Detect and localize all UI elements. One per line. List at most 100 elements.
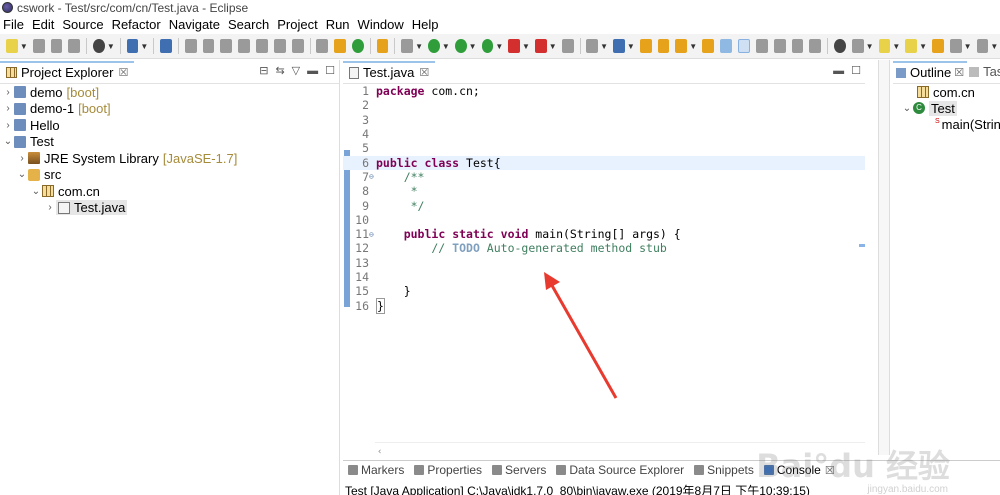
- minimize-icon[interactable]: ▬: [307, 65, 318, 77]
- tree-item-hello[interactable]: › Hello: [0, 117, 339, 134]
- chevron-down-icon[interactable]: ▼: [919, 42, 927, 51]
- menu-run[interactable]: Run: [323, 17, 355, 32]
- previous-annotation-icon[interactable]: [905, 39, 918, 53]
- tree-item-test[interactable]: ⌄ Test: [0, 134, 339, 151]
- new-icon[interactable]: [6, 39, 18, 53]
- new-class-icon[interactable]: [613, 39, 625, 53]
- save-icon[interactable]: [32, 39, 45, 53]
- word-wrap-icon[interactable]: [791, 39, 804, 53]
- open-folder-icon[interactable]: [657, 39, 670, 53]
- chevron-down-icon[interactable]: ▼: [892, 42, 900, 51]
- terminal-icon[interactable]: [126, 39, 139, 53]
- terminate-icon[interactable]: [220, 39, 233, 53]
- menu-source[interactable]: Source: [59, 17, 108, 32]
- chevron-down-icon[interactable]: ▼: [442, 42, 450, 51]
- print-icon[interactable]: [68, 39, 81, 53]
- menu-navigate[interactable]: Navigate: [166, 17, 225, 32]
- drop-to-frame-icon[interactable]: [316, 39, 329, 53]
- save-all-icon[interactable]: [50, 39, 63, 53]
- expand-arrow-icon[interactable]: ›: [16, 153, 28, 164]
- open-console-icon[interactable]: [351, 39, 364, 53]
- last-edit-icon[interactable]: [932, 39, 944, 53]
- outline-item-class[interactable]: ⌄ C Test: [893, 100, 1000, 116]
- close-icon[interactable]: ☒: [118, 66, 128, 79]
- search-icon[interactable]: [675, 39, 688, 53]
- close-icon[interactable]: ☒: [419, 66, 429, 79]
- link-with-editor-icon[interactable]: ⇆: [275, 64, 284, 77]
- stop-server-icon[interactable]: [508, 39, 521, 53]
- tab-task-list[interactable]: Tas: [967, 61, 1000, 83]
- external-tools-icon[interactable]: [481, 39, 494, 53]
- debug-perspective-icon[interactable]: [93, 39, 105, 53]
- debug-gear-icon[interactable]: [401, 39, 414, 53]
- open-resource-icon[interactable]: [702, 39, 714, 53]
- server-icon[interactable]: [561, 39, 574, 53]
- collapse-all-icon[interactable]: ⊟: [259, 64, 268, 77]
- chevron-down-icon[interactable]: ▼: [600, 42, 608, 51]
- collapse-arrow-icon[interactable]: ⌄: [30, 186, 42, 197]
- scroll-left-icon[interactable]: ‹: [377, 447, 382, 457]
- new-java-project-icon[interactable]: [586, 39, 599, 53]
- skip-breakpoints-icon[interactable]: [160, 39, 172, 53]
- open-type-icon[interactable]: [639, 39, 652, 53]
- coverage-icon[interactable]: [454, 39, 467, 53]
- block-selection-icon[interactable]: [755, 39, 768, 53]
- overview-ruler-marker[interactable]: [859, 244, 865, 247]
- expand-arrow-icon[interactable]: ›: [2, 120, 14, 131]
- menu-edit[interactable]: Edit: [29, 17, 59, 32]
- suspend-icon[interactable]: [202, 39, 215, 53]
- code-area[interactable]: 1 package com.cn; 2 3 4 5 6 public class T…: [343, 84, 865, 457]
- selected-file[interactable]: Test.java: [56, 200, 128, 216]
- menu-help[interactable]: Help: [409, 17, 444, 32]
- forward-icon[interactable]: [976, 39, 989, 53]
- resume-icon[interactable]: [184, 39, 197, 53]
- tree-item-src[interactable]: ⌄ src: [0, 167, 339, 184]
- chevron-down-icon[interactable]: ▼: [522, 42, 530, 51]
- maximize-icon[interactable]: ☐: [851, 64, 861, 77]
- back-icon[interactable]: [949, 39, 962, 53]
- tab-data-source-explorer[interactable]: Data Source Explorer: [551, 463, 689, 477]
- tab-project-explorer[interactable]: Project Explorer ☒: [0, 60, 135, 83]
- tab-servers[interactable]: Servers: [487, 463, 551, 477]
- chevron-down-icon[interactable]: ▼: [689, 42, 697, 51]
- expand-arrow-icon[interactable]: ›: [2, 87, 14, 98]
- outline-item-package[interactable]: com.cn: [893, 84, 1000, 100]
- chevron-down-icon[interactable]: ▼: [107, 42, 115, 51]
- step-into-icon[interactable]: [256, 39, 268, 53]
- mark-occurrences-icon[interactable]: [737, 39, 750, 53]
- pin-icon[interactable]: [720, 39, 732, 53]
- tree-item-com-cn[interactable]: ⌄ com.cn: [0, 183, 339, 200]
- chevron-down-icon[interactable]: ▼: [549, 42, 557, 51]
- open-task-icon[interactable]: [376, 39, 389, 53]
- collapse-arrow-icon[interactable]: ⌄: [16, 169, 28, 180]
- menu-file[interactable]: File: [0, 17, 29, 32]
- chevron-down-icon[interactable]: ▼: [990, 42, 998, 51]
- chevron-down-icon[interactable]: ▼: [627, 42, 635, 51]
- chevron-down-icon[interactable]: ▼: [495, 42, 503, 51]
- maximize-icon[interactable]: ☐: [325, 64, 335, 77]
- tree-item-jre-library[interactable]: › JRE System Library [JavaSE-1.7]: [0, 150, 339, 167]
- expand-arrow-icon[interactable]: ›: [2, 103, 14, 114]
- view-menu-icon[interactable]: ▽: [292, 64, 300, 77]
- chevron-down-icon[interactable]: ▼: [20, 42, 28, 51]
- collapse-arrow-icon[interactable]: ⌄: [2, 136, 14, 147]
- panel-sash[interactable]: [878, 60, 890, 455]
- tab-snippets[interactable]: Snippets: [689, 463, 759, 477]
- globe-icon[interactable]: [834, 39, 846, 53]
- tab-markers[interactable]: Markers: [343, 463, 409, 477]
- chevron-down-icon[interactable]: ▼: [140, 42, 148, 51]
- show-whitespace-icon[interactable]: [773, 39, 786, 53]
- tree-item-demo-1[interactable]: › demo-1 [boot]: [0, 101, 339, 118]
- tab-test-java[interactable]: Test.java ☒: [343, 60, 436, 83]
- menu-project[interactable]: Project: [274, 17, 322, 32]
- expand-arrow-icon[interactable]: ›: [44, 202, 56, 213]
- user-icon[interactable]: [851, 39, 864, 53]
- step-return-icon[interactable]: [291, 39, 304, 53]
- deploy-icon[interactable]: [534, 39, 547, 53]
- tree-item-demo[interactable]: › demo [boot]: [0, 84, 339, 101]
- chevron-down-icon[interactable]: ▼: [469, 42, 477, 51]
- disconnect-icon[interactable]: [238, 39, 251, 53]
- menu-window[interactable]: Window: [355, 17, 409, 32]
- tab-outline[interactable]: Outline ☒: [893, 60, 968, 83]
- chevron-down-icon[interactable]: ▼: [964, 42, 972, 51]
